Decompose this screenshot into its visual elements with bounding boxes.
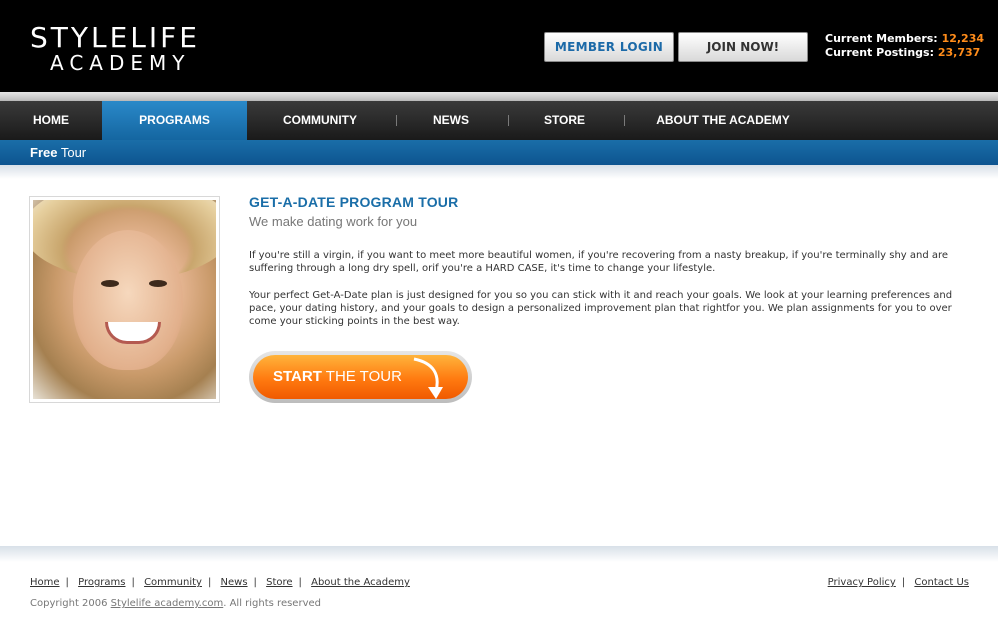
copyright-prefix: Copyright 2006 xyxy=(30,598,111,609)
footer-nav: Home | Programs | Community | News | Store | … xyxy=(30,577,410,588)
footer-link-about[interactable]: About the Academy xyxy=(311,577,410,588)
footer-link-contact[interactable]: Contact Us xyxy=(914,577,969,588)
footer-separator: | xyxy=(65,577,69,588)
curved-arrow-icon xyxy=(413,357,443,399)
footer-separator: | xyxy=(207,577,212,588)
footer-link-store[interactable]: Store xyxy=(266,577,292,588)
site-stats: Current Members: 12,234 Current Postings… xyxy=(825,32,984,60)
site-logo[interactable]: STYLELIFE ACADEMY xyxy=(30,21,200,75)
logo-line2: ACADEMY xyxy=(50,51,191,75)
nav-divider xyxy=(396,115,397,126)
nav-item-community[interactable]: COMMUNITY xyxy=(247,101,393,140)
plan-paragraph: Your perfect Get-A-Date plan is just des… xyxy=(249,290,953,327)
postings-label: Current Postings: xyxy=(825,46,934,59)
nav-top-bevel xyxy=(0,92,998,101)
footer-right-nav: Privacy Policy | Contact Us xyxy=(828,577,969,588)
nav-item-about[interactable]: ABOUT THE ACADEMY xyxy=(628,101,818,140)
main-nav: HOME PROGRAMS COMMUNITY NEWS STORE ABOUT… xyxy=(0,101,998,153)
eye-right xyxy=(149,280,167,287)
subnav-shadow xyxy=(0,165,998,179)
nav-item-news[interactable]: NEWS xyxy=(400,101,502,140)
subnav-rest: Tour xyxy=(57,145,87,160)
footer-separator: | xyxy=(253,577,257,588)
eye-left xyxy=(101,280,119,287)
cta-bold: START xyxy=(273,368,322,385)
page-subtitle: We make dating work for you xyxy=(249,214,418,229)
model-photo-frame xyxy=(29,196,220,403)
copyright-link[interactable]: Stylelife academy.com xyxy=(111,598,224,609)
members-label: Current Members: xyxy=(825,32,938,45)
nav-item-home[interactable]: HOME xyxy=(0,101,102,140)
nav-divider xyxy=(624,115,625,126)
footer-link-programs[interactable]: Programs xyxy=(78,577,125,588)
copyright-suffix: . All rights reserved xyxy=(223,598,321,609)
intro-paragraph: If you're still a virgin, if you want to… xyxy=(249,250,949,274)
face-shape xyxy=(73,230,183,370)
postings-value: 23,737 xyxy=(937,46,981,59)
postings-stat: Current Postings: 23,737 xyxy=(825,46,984,60)
page-title: GET-A-DATE PROGRAM TOUR xyxy=(249,194,459,210)
members-stat: Current Members: 12,234 xyxy=(825,32,984,46)
nav-divider xyxy=(508,115,509,126)
footer-separator: | xyxy=(901,577,906,588)
subnav-bold: Free xyxy=(30,145,58,160)
member-login-button[interactable]: MEMBER LOGIN xyxy=(544,32,674,62)
sub-nav: Free Tour xyxy=(0,140,998,165)
footer-band xyxy=(0,546,998,562)
footer-separator: | xyxy=(131,577,135,588)
footer-link-community[interactable]: Community xyxy=(144,577,202,588)
footer-link-privacy[interactable]: Privacy Policy xyxy=(828,577,896,588)
join-now-button[interactable]: JOIN NOW! xyxy=(678,32,808,62)
nav-item-store[interactable]: STORE xyxy=(512,101,617,140)
start-tour-face: START THE TOUR xyxy=(253,355,468,399)
footer-link-news[interactable]: News xyxy=(221,577,248,588)
members-value: 12,234 xyxy=(941,32,985,45)
logo-line1: STYLELIFE xyxy=(30,21,200,54)
copyright: Copyright 2006 Stylelife academy.com. Al… xyxy=(30,598,321,609)
site-header: STYLELIFE ACADEMY MEMBER LOGIN JOIN NOW!… xyxy=(0,0,998,92)
subnav-free-tour[interactable]: Free Tour xyxy=(30,145,86,160)
start-tour-button[interactable]: START THE TOUR xyxy=(249,351,472,403)
footer-link-home[interactable]: Home xyxy=(30,577,60,588)
model-photo xyxy=(33,200,216,399)
footer-separator: | xyxy=(298,577,302,588)
cta-rest: THE TOUR xyxy=(321,368,402,385)
